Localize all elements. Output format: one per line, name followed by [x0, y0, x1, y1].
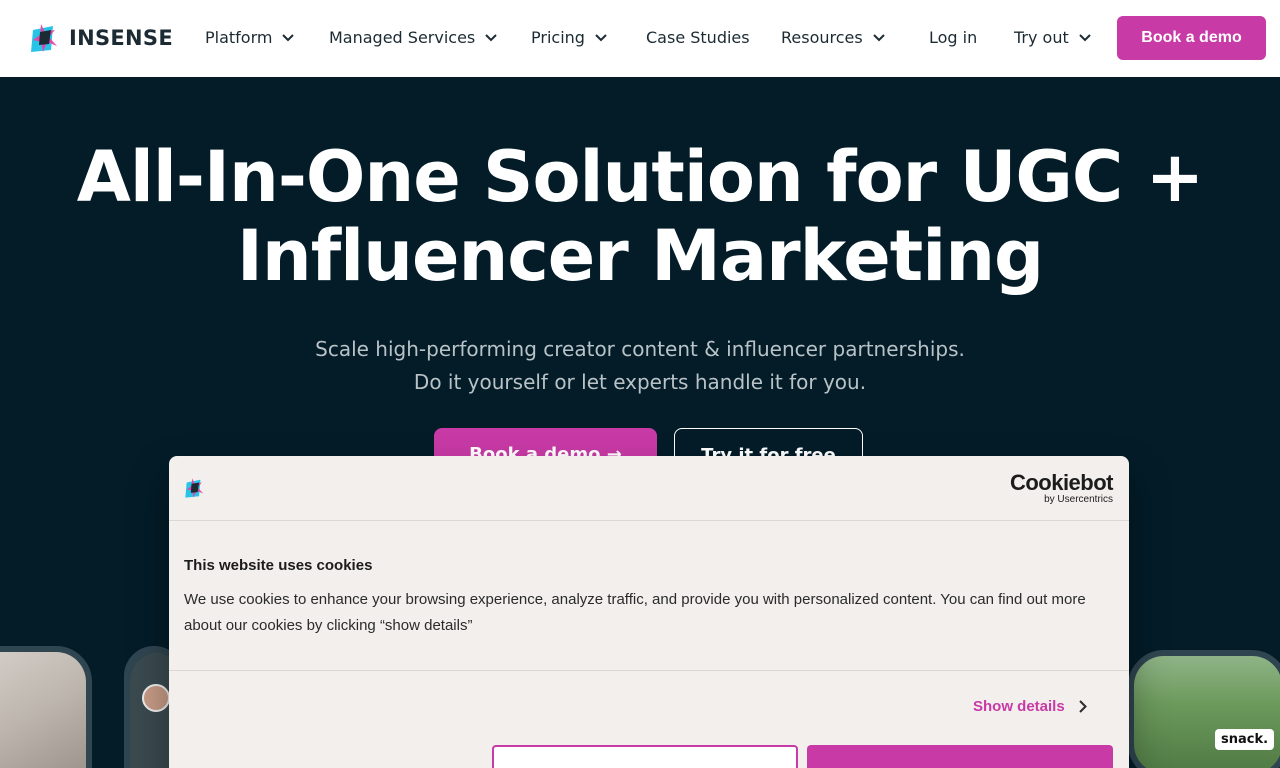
nav-pricing[interactable]: Pricing: [531, 28, 608, 47]
nav-platform-label: Platform: [205, 28, 273, 47]
cookie-dialog-title: This website uses cookies: [184, 557, 373, 574]
chevron-right-icon: [1078, 700, 1087, 713]
insense-logo[interactable]: INSENSE: [31, 22, 173, 54]
chevron-down-icon: [281, 31, 295, 45]
nav-log-in[interactable]: Log in: [929, 28, 977, 47]
nav-platform[interactable]: Platform: [205, 28, 295, 47]
logo-wordmark: INSENSE: [69, 26, 174, 50]
nav-resources[interactable]: Resources: [781, 28, 886, 47]
hero-subtitle-line2: Do it yourself or let experts handle it …: [413, 370, 867, 394]
creator-video-card: [0, 646, 92, 768]
cookie-secondary-button[interactable]: [492, 745, 798, 768]
nav-managed-services[interactable]: Managed Services: [329, 28, 498, 47]
creator-video-image: [0, 652, 86, 768]
hero-title-line2: Influencer Marketing: [236, 215, 1044, 297]
divider: [169, 670, 1129, 671]
insense-logo-icon: [31, 24, 57, 52]
creator-avatar: [142, 684, 170, 712]
nav-pricing-label: Pricing: [531, 28, 585, 47]
nav-try-out-label: Try out: [1014, 28, 1069, 47]
nav-log-in-label: Log in: [929, 28, 978, 47]
cookiebot-logo: Cookiebot by Usercentrics: [1009, 470, 1114, 506]
show-details-label: Show details: [973, 698, 1065, 715]
chevron-down-icon: [594, 31, 608, 45]
nav-managed-services-label: Managed Services: [329, 28, 476, 47]
cookie-primary-button[interactable]: [807, 745, 1113, 768]
hero-title: All-In-One Solution for UGC + Influencer…: [40, 138, 1240, 296]
nav-try-out[interactable]: Try out: [1014, 28, 1092, 47]
chevron-down-icon: [484, 31, 498, 45]
chevron-down-icon: [872, 31, 886, 45]
hero-subtitle-line1: Scale high-performing creator content & …: [315, 337, 965, 361]
insense-logo-icon: [185, 478, 204, 498]
book-demo-button[interactable]: Book a demo: [1117, 16, 1266, 60]
cookie-dialog-body: We use cookies to enhance your browsing …: [184, 591, 1086, 634]
hero-subtitle: Scale high-performing creator content & …: [140, 333, 1140, 399]
hero-title-line1: All-In-One Solution for UGC +: [76, 136, 1205, 218]
nav-case-studies-label: Case Studies: [646, 28, 750, 47]
nav-case-studies[interactable]: Case Studies: [646, 28, 750, 47]
cookiebot-wordmark: Cookiebot: [1009, 470, 1114, 495]
creator-video-card: [1128, 650, 1280, 768]
show-details-link[interactable]: Show details: [973, 698, 1087, 715]
brand-badge: snack.: [1215, 729, 1275, 750]
chevron-down-icon: [1078, 31, 1092, 45]
site-header: INSENSE Platform Managed Services Pricin…: [0, 0, 1280, 77]
nav-resources-label: Resources: [781, 28, 863, 47]
cookie-dialog-header: Cookiebot by Usercentrics: [169, 456, 1129, 521]
cookie-consent-dialog: Cookiebot by Usercentrics This website u…: [169, 456, 1129, 768]
cookiebot-byline: by Usercentrics: [1044, 494, 1113, 505]
